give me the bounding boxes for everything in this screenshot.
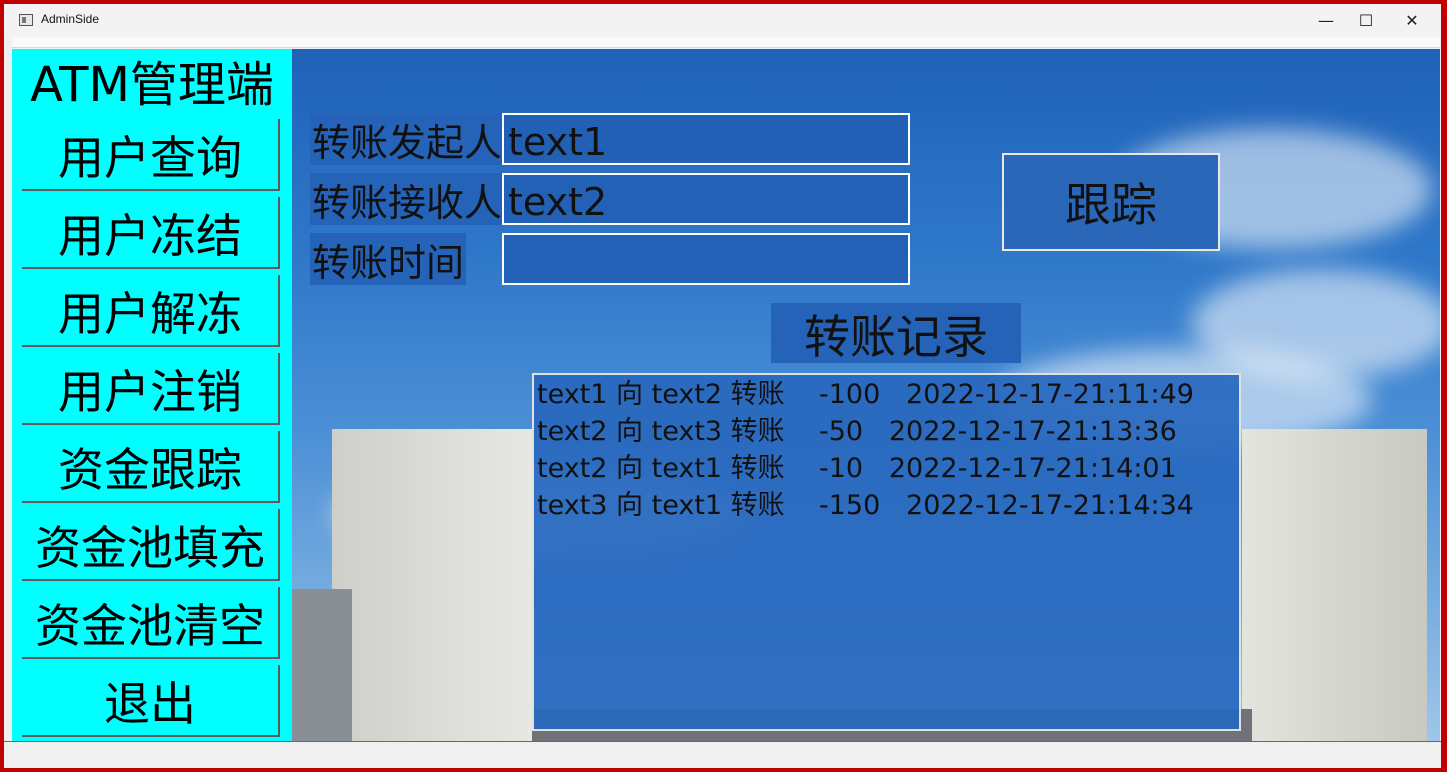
sidebar-item-user-unfreeze[interactable]: 用户解冻 bbox=[22, 275, 280, 347]
status-bar bbox=[4, 741, 1441, 768]
records-list[interactable]: text1 向 text2 转账 -100 2022-12-17-21:11:4… bbox=[532, 373, 1241, 731]
window-title: AdminSide bbox=[41, 12, 100, 26]
list-item: text2 向 text1 转账 -10 2022-12-17-21:14:01 bbox=[537, 453, 1177, 484]
list-item: text1 向 text2 转账 -100 2022-12-17-21:11:4… bbox=[537, 379, 1194, 410]
time-field[interactable] bbox=[502, 233, 910, 285]
client-area: ATM管理端 用户查询 用户冻结 用户解冻 用户注销 资金跟踪 资金池填充 资金… bbox=[12, 49, 1440, 741]
title-bar: AdminSide — ☐ ✕ bbox=[4, 4, 1441, 37]
main-panel: 转账发起人 text1 转账接收人 text2 转账时间 跟踪 转账记录 tex… bbox=[292, 49, 1440, 741]
sidebar-item-user-freeze[interactable]: 用户冻结 bbox=[22, 197, 280, 269]
admin-window: AdminSide — ☐ ✕ ATM管理端 用户查询 用户冻结 用户解冻 用户… bbox=[4, 4, 1441, 768]
sidebar-item-fund-tracking[interactable]: 资金跟踪 bbox=[22, 431, 280, 503]
close-button[interactable]: ✕ bbox=[1389, 4, 1435, 37]
menu-bar bbox=[12, 37, 1440, 48]
sidebar-item-user-query[interactable]: 用户查询 bbox=[22, 119, 280, 191]
sidebar-item-user-cancel[interactable]: 用户注销 bbox=[22, 353, 280, 425]
track-button[interactable]: 跟踪 bbox=[1002, 153, 1220, 251]
sidebar-item-fund-pool-fill[interactable]: 资金池填充 bbox=[22, 509, 280, 581]
sidebar: ATM管理端 用户查询 用户冻结 用户解冻 用户注销 资金跟踪 资金池填充 资金… bbox=[12, 49, 292, 741]
sender-label: 转账发起人 bbox=[310, 113, 505, 165]
time-label: 转账时间 bbox=[310, 233, 467, 285]
receiver-field[interactable]: text2 bbox=[502, 173, 910, 225]
receiver-label: 转账接收人 bbox=[310, 173, 505, 225]
list-item: text2 向 text3 转账 -50 2022-12-17-21:13:36 bbox=[537, 416, 1177, 447]
sender-field[interactable]: text1 bbox=[502, 113, 910, 165]
list-item: text3 向 text1 转账 -150 2022-12-17-21:14:3… bbox=[537, 490, 1194, 521]
app-icon bbox=[19, 14, 33, 26]
sidebar-item-fund-pool-clear[interactable]: 资金池清空 bbox=[22, 587, 280, 659]
records-title: 转账记录 bbox=[771, 303, 1021, 364]
maximize-button[interactable]: ☐ bbox=[1343, 4, 1389, 37]
sidebar-title: ATM管理端 bbox=[30, 57, 274, 113]
sidebar-item-exit[interactable]: 退出 bbox=[22, 665, 280, 737]
